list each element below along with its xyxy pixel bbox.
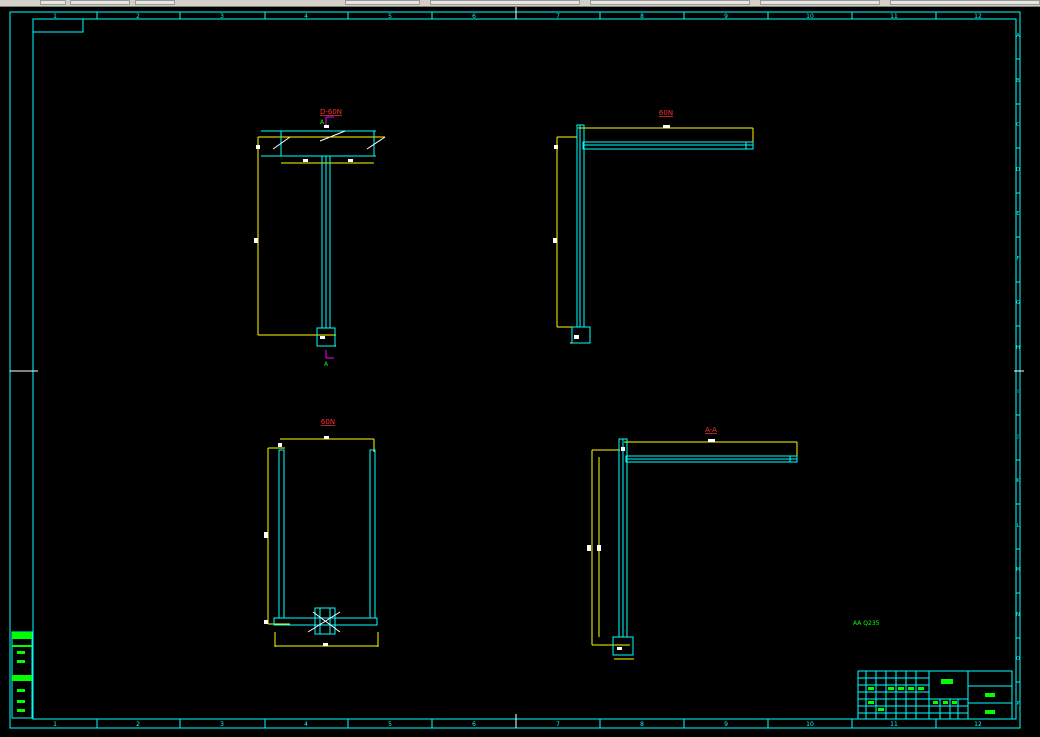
section-arrow-bottom bbox=[325, 350, 334, 359]
svg-text:M: M bbox=[1016, 567, 1020, 573]
dimension-lines bbox=[556, 127, 754, 344]
frame-members bbox=[273, 449, 378, 635]
bottom-zone-numbers: 1 2 3 4 5 6 7 8 9 10 11 12 bbox=[53, 721, 982, 728]
cad-toolbar bbox=[0, 0, 1040, 7]
zone-number: 7 bbox=[556, 13, 560, 20]
left-stamp-column bbox=[11, 631, 33, 719]
zone-number: 10 bbox=[806, 13, 814, 20]
svg-text:N: N bbox=[1016, 612, 1020, 618]
svg-text:D: D bbox=[1016, 167, 1020, 173]
svg-text:A: A bbox=[1016, 33, 1020, 39]
toolbar-button[interactable] bbox=[135, 0, 175, 5]
column bbox=[571, 124, 591, 344]
frame-view[interactable]: 60N bbox=[264, 418, 379, 647]
zone-number: 2 bbox=[136, 13, 140, 20]
view-title: D-60N bbox=[320, 108, 342, 116]
svg-text:P: P bbox=[1016, 701, 1019, 707]
zone-number: 6 bbox=[472, 721, 476, 728]
zone-number: 5 bbox=[388, 721, 392, 728]
svg-text:I: I bbox=[1017, 389, 1018, 395]
beam bbox=[625, 455, 798, 463]
section-view[interactable]: A-A bbox=[587, 426, 798, 660]
zone-number: 8 bbox=[640, 13, 644, 20]
dimension-values bbox=[264, 436, 329, 646]
svg-text:B: B bbox=[1016, 78, 1020, 84]
zone-number: 1 bbox=[53, 721, 57, 728]
weld-leaders bbox=[272, 130, 386, 150]
toolbar-button[interactable] bbox=[890, 0, 1040, 5]
svg-text:H: H bbox=[1016, 345, 1020, 351]
svg-text:L: L bbox=[1017, 523, 1020, 529]
beam bbox=[261, 130, 376, 157]
svg-text:C: C bbox=[1016, 122, 1020, 128]
zone-number: 12 bbox=[974, 13, 982, 20]
toolbar-button[interactable] bbox=[760, 0, 880, 5]
zone-number: 4 bbox=[304, 13, 308, 20]
toolbar-button[interactable] bbox=[70, 0, 130, 5]
toolbar-button[interactable] bbox=[430, 0, 580, 5]
zone-number: 8 bbox=[640, 721, 644, 728]
view-title: 60N bbox=[321, 418, 335, 426]
zone-number: 2 bbox=[136, 721, 140, 728]
cad-drawing: 1 2 3 4 5 6 7 8 9 10 11 12 1 2 3 4 5 6 7… bbox=[9, 7, 1024, 729]
column bbox=[612, 438, 634, 656]
zone-number: 11 bbox=[890, 13, 898, 20]
svg-text:J: J bbox=[1016, 434, 1018, 440]
zone-number: 10 bbox=[806, 721, 814, 728]
side-view[interactable]: 60N bbox=[553, 109, 754, 344]
column bbox=[316, 155, 336, 347]
zone-number: 6 bbox=[472, 13, 476, 20]
section-label: A bbox=[324, 361, 329, 368]
view-title: A-A bbox=[705, 426, 717, 434]
toolbar-button[interactable] bbox=[345, 0, 420, 5]
svg-text:O: O bbox=[1016, 656, 1020, 662]
zone-number: 4 bbox=[304, 721, 308, 728]
beam bbox=[582, 141, 754, 150]
zone-number: 5 bbox=[388, 13, 392, 20]
zone-number: 3 bbox=[220, 721, 224, 728]
section-label: A bbox=[320, 119, 325, 126]
zone-number: 12 bbox=[974, 721, 982, 728]
technical-note: AA Q235 bbox=[853, 620, 880, 627]
zone-number: 3 bbox=[220, 13, 224, 20]
svg-text:G: G bbox=[1016, 300, 1020, 306]
front-view[interactable]: D-60N A A bbox=[254, 108, 386, 368]
dimension-values bbox=[587, 439, 715, 650]
zone-number: 11 bbox=[890, 721, 898, 728]
drawing-canvas[interactable]: 1 2 3 4 5 6 7 8 9 10 11 12 1 2 3 4 5 6 7… bbox=[0, 7, 1040, 733]
toolbar-button[interactable] bbox=[590, 0, 750, 5]
svg-text:E: E bbox=[1016, 211, 1019, 217]
svg-text:F: F bbox=[1017, 256, 1020, 262]
zone-number: 9 bbox=[724, 13, 728, 20]
zone-number: 1 bbox=[53, 13, 57, 20]
zone-number: 7 bbox=[556, 721, 560, 728]
toolbar-button[interactable] bbox=[40, 0, 66, 5]
zone-number: 9 bbox=[724, 721, 728, 728]
title-block-fields bbox=[868, 679, 995, 714]
dimension-values bbox=[553, 125, 670, 339]
view-title: 60N bbox=[659, 109, 673, 117]
dimension-values bbox=[254, 125, 353, 339]
